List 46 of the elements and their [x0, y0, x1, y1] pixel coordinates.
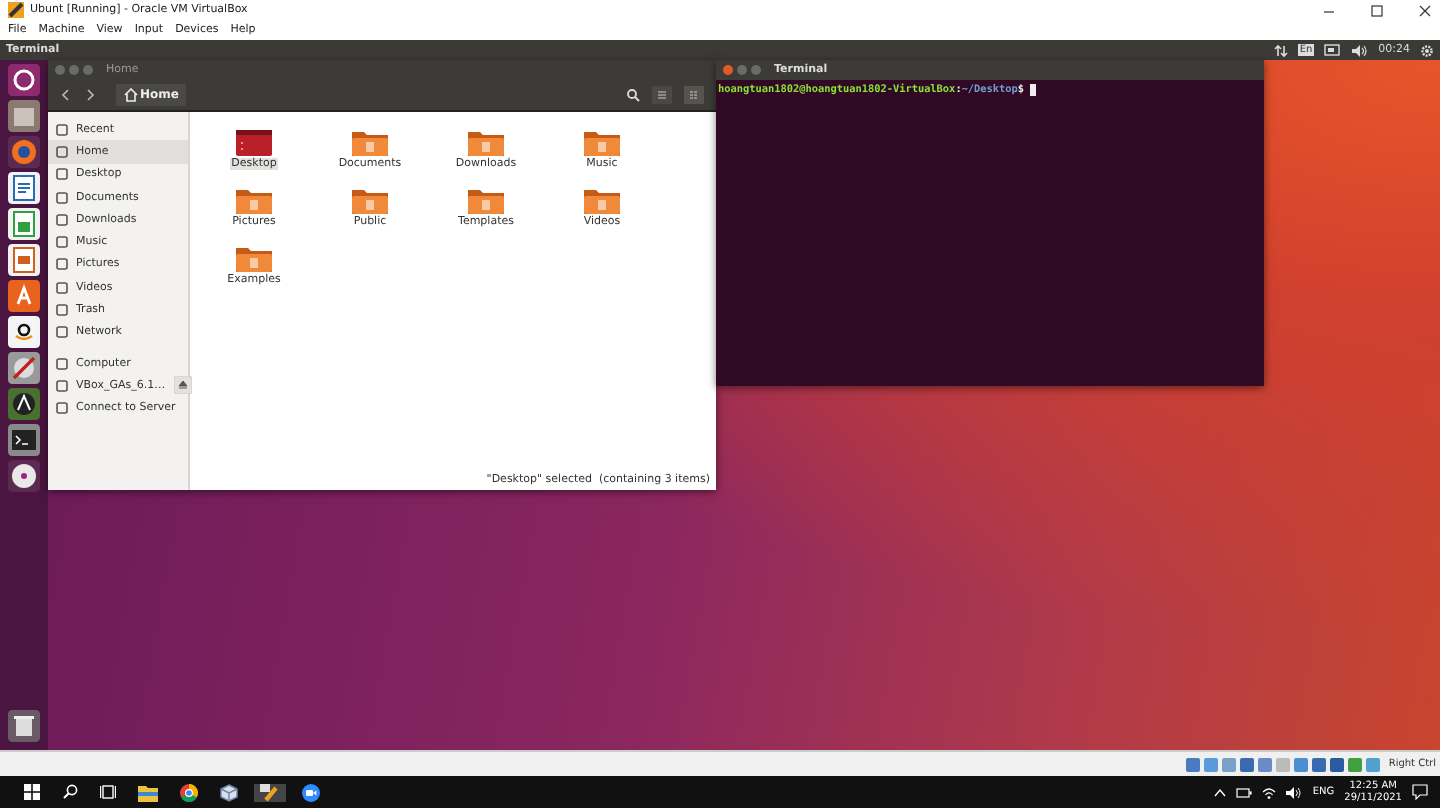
house-icon [124, 88, 138, 102]
volume-icon[interactable] [1286, 785, 1303, 799]
device-icons-drawing[interactable] [1186, 757, 1385, 771]
task-view-icon[interactable] [94, 784, 122, 800]
folder-icon [350, 184, 390, 216]
back-icon[interactable] [60, 88, 72, 102]
notification-icon[interactable] [1412, 784, 1428, 800]
search-icon[interactable] [626, 88, 640, 102]
volume-icon[interactable] [1352, 43, 1369, 57]
forward-icon[interactable] [84, 88, 96, 102]
folder-icon [234, 184, 274, 216]
eject-icon[interactable] [173, 376, 192, 395]
cube-icon[interactable] [214, 783, 244, 801]
windows-logo-icon[interactable] [18, 784, 46, 800]
globe-icon[interactable] [8, 136, 40, 168]
text-cursor [1030, 84, 1037, 96]
trash-can-icon[interactable] [8, 710, 40, 742]
close-icon[interactable] [1418, 3, 1432, 17]
folder-icon [582, 126, 622, 158]
desktop-folder-icon [234, 126, 274, 158]
video-camera-icon[interactable] [296, 783, 326, 801]
spreadsheet-icon[interactable] [8, 208, 40, 240]
app-icon[interactable] [254, 783, 286, 801]
gear-icon[interactable] [1420, 43, 1434, 57]
letter-a-icon[interactable] [8, 280, 40, 312]
ring-icon[interactable] [8, 64, 40, 96]
folder-icon [233, 242, 274, 274]
disc-icon[interactable] [8, 460, 40, 492]
folder-icon [466, 126, 506, 158]
app-icon [8, 2, 24, 18]
battery-icon[interactable] [1324, 44, 1343, 56]
window-buttons-icon[interactable] [722, 64, 766, 76]
browser-icon[interactable] [174, 783, 204, 801]
chevron-up-icon[interactable] [1214, 787, 1227, 797]
transfer-arrows-icon[interactable] [1273, 43, 1288, 57]
presentation-icon[interactable] [8, 244, 40, 276]
circle-a-icon[interactable] [8, 388, 40, 420]
maximize-icon[interactable] [1370, 3, 1384, 17]
folder-icon [349, 126, 390, 158]
folder-icon [582, 184, 622, 216]
folder-icon [466, 184, 506, 216]
wifi-icon[interactable] [1262, 785, 1277, 799]
folder-icon[interactable] [132, 783, 164, 801]
list-view-icon[interactable] [652, 86, 672, 104]
terminal-icon[interactable] [8, 424, 40, 456]
document-icon[interactable] [8, 172, 40, 204]
